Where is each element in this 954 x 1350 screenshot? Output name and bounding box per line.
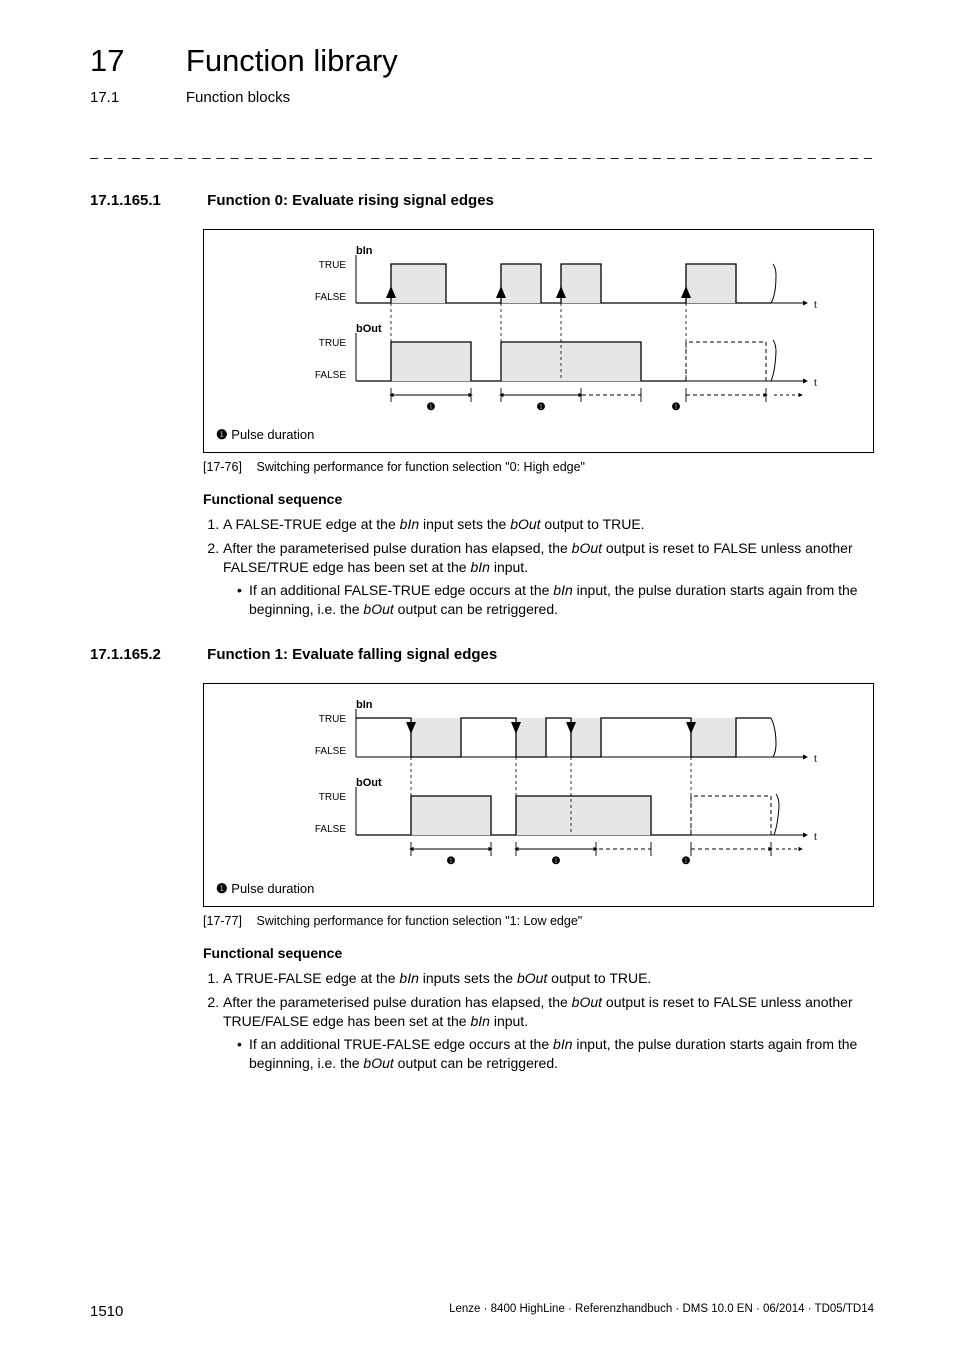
sequence-list-2: A TRUE-FALSE edge at the bIn inputs sets… xyxy=(203,969,874,1073)
term-bIn: bIn xyxy=(470,1013,489,1029)
text: output to TRUE. xyxy=(541,516,645,532)
label-bOut-2: bOut xyxy=(356,777,382,789)
label-t-bin-2: t xyxy=(814,754,817,765)
text: A FALSE-TRUE edge at the xyxy=(223,516,400,532)
term-bOut: bOut xyxy=(510,516,540,532)
legend-text-1: Pulse duration xyxy=(231,427,314,442)
text: input. xyxy=(490,1013,528,1029)
figure-17-77: bIn TRUE FALSE t xyxy=(203,683,874,907)
section-title-2: Function 1: Evaluate falling signal edge… xyxy=(207,646,497,663)
term-bIn: bIn xyxy=(470,559,489,575)
text: output can be retriggered. xyxy=(394,601,558,617)
figure-number-1: [17-76] xyxy=(203,459,253,476)
term-bIn: bIn xyxy=(400,516,419,532)
term-bIn: bIn xyxy=(399,970,418,986)
text: If an additional FALSE-TRUE edge occurs … xyxy=(249,582,553,598)
term-bOut: bOut xyxy=(517,970,547,986)
label-true-bin: TRUE xyxy=(319,260,347,271)
term-bOut: bOut xyxy=(363,601,393,617)
figure-legend-2: ❶ Pulse duration xyxy=(216,880,861,898)
term-bIn: bIn xyxy=(553,582,572,598)
figure-caption-text-1: Switching performance for function selec… xyxy=(256,460,585,474)
text: After the parameterised pulse duration h… xyxy=(223,540,572,556)
subsection-number: 17.1 xyxy=(90,88,182,108)
marker-1a: ❶ xyxy=(427,402,436,413)
text: output to TRUE. xyxy=(547,970,651,986)
marker-2b: ❶ xyxy=(552,856,561,867)
label-true-bout: TRUE xyxy=(319,338,347,349)
footer-meta: Lenze · 8400 HighLine · Referenzhandbuch… xyxy=(449,1302,874,1318)
label-false-bout: FALSE xyxy=(315,370,346,381)
marker-1c: ❶ xyxy=(672,402,681,413)
divider-dashes: _ _ _ _ _ _ _ _ _ _ _ _ _ _ _ _ _ _ _ _ … xyxy=(90,142,874,161)
chapter-number: 17 xyxy=(90,40,182,82)
page-footer: 1510 Lenze · 8400 HighLine · Referenzhan… xyxy=(90,1302,874,1322)
label-bIn: bIn xyxy=(356,245,373,257)
section-heading-2: 17.1.165.2 Function 1: Evaluate falling … xyxy=(90,645,874,665)
text: After the parameterised pulse duration h… xyxy=(223,994,572,1010)
list-item: After the parameterised pulse duration h… xyxy=(223,539,874,619)
label-t-bout-2: t xyxy=(814,832,817,843)
figure-caption-2: [17-77] Switching performance for functi… xyxy=(203,913,874,930)
label-bOut: bOut xyxy=(356,323,382,335)
page-number: 1510 xyxy=(90,1303,123,1320)
section-heading-1: 17.1.165.1 Function 0: Evaluate rising s… xyxy=(90,191,874,211)
section-number-1: 17.1.165.1 xyxy=(90,191,203,211)
functional-sequence-head-2: Functional sequence xyxy=(203,944,874,963)
sequence-list-1: A FALSE-TRUE edge at the bIn input sets … xyxy=(203,515,874,619)
chapter-header: 17 Function library xyxy=(90,40,874,82)
legend-text-2: Pulse duration xyxy=(231,881,314,896)
text: output can be retriggered. xyxy=(394,1055,558,1071)
term-bIn: bIn xyxy=(553,1036,572,1052)
text: If an additional TRUE-FALSE edge occurs … xyxy=(249,1036,553,1052)
figure-caption-1: [17-76] Switching performance for functi… xyxy=(203,459,874,476)
label-t-bout: t xyxy=(814,378,817,389)
legend-marker-1: ❶ xyxy=(216,427,228,442)
legend-marker-2: ❶ xyxy=(216,881,228,896)
figure-number-2: [17-77] xyxy=(203,913,253,930)
label-false-bin-2: FALSE xyxy=(315,746,346,757)
functional-sequence-head-1: Functional sequence xyxy=(203,490,874,509)
chapter-title: Function library xyxy=(186,40,398,82)
list-item: If an additional TRUE-FALSE edge occurs … xyxy=(237,1035,874,1073)
label-false-bout-2: FALSE xyxy=(315,824,346,835)
section-number-2: 17.1.165.2 xyxy=(90,645,203,665)
text: inputs sets the xyxy=(419,970,517,986)
term-bOut: bOut xyxy=(363,1055,393,1071)
figure-caption-text-2: Switching performance for function selec… xyxy=(256,914,582,928)
section-title-1: Function 0: Evaluate rising signal edges xyxy=(207,192,494,209)
label-t-bin: t xyxy=(814,300,817,311)
marker-2a: ❶ xyxy=(447,856,456,867)
list-item: If an additional FALSE-TRUE edge occurs … xyxy=(237,581,874,619)
label-false-bin: FALSE xyxy=(315,292,346,303)
term-bOut: bOut xyxy=(572,540,602,556)
subsection-title: Function blocks xyxy=(186,88,290,108)
text: input sets the xyxy=(419,516,510,532)
figure-legend-1: ❶ Pulse duration xyxy=(216,426,861,444)
label-true-bout-2: TRUE xyxy=(319,792,347,803)
list-item: A FALSE-TRUE edge at the bIn input sets … xyxy=(223,515,874,534)
term-bOut: bOut xyxy=(572,994,602,1010)
label-true-bin-2: TRUE xyxy=(319,714,347,725)
text: input. xyxy=(490,559,528,575)
timing-diagram-rising: bIn TRUE FALSE t xyxy=(216,240,846,420)
timing-diagram-falling: bIn TRUE FALSE t xyxy=(216,694,846,874)
text: A TRUE-FALSE edge at the xyxy=(223,970,399,986)
marker-1b: ❶ xyxy=(537,402,546,413)
figure-17-76: bIn TRUE FALSE t xyxy=(203,229,874,453)
label-bIn-2: bIn xyxy=(356,699,373,711)
marker-2c: ❶ xyxy=(682,856,691,867)
subsection-header: 17.1 Function blocks xyxy=(90,82,874,108)
list-item: After the parameterised pulse duration h… xyxy=(223,993,874,1073)
list-item: A TRUE-FALSE edge at the bIn inputs sets… xyxy=(223,969,874,988)
